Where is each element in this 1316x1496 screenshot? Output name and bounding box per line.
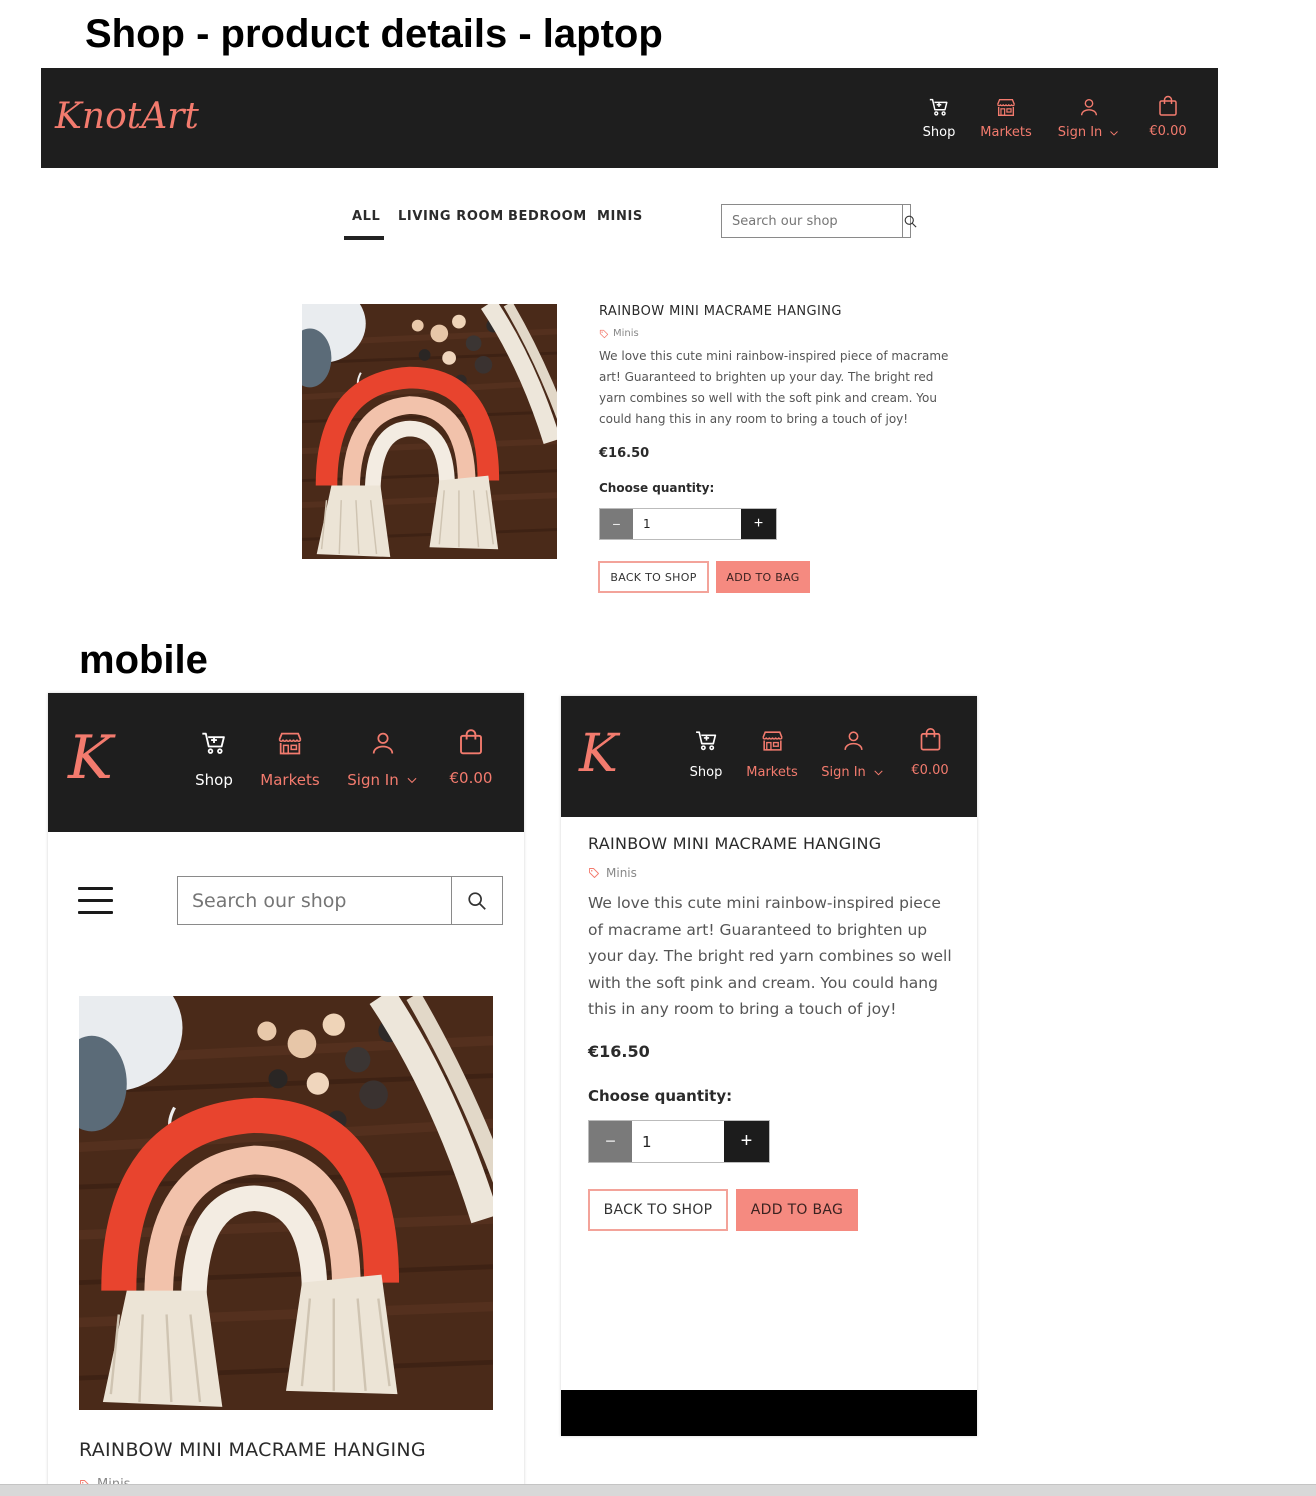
search-input[interactable]: [722, 205, 902, 237]
window-scrollbar-edge: [0, 1484, 1316, 1496]
product-category[interactable]: Minis: [599, 328, 639, 339]
decrement-button[interactable]: −: [600, 509, 633, 539]
search-icon: [903, 214, 918, 229]
mobile-frame-image-view: K Shop Markets Sign In €0.00 RAINBOW MIN…: [48, 693, 524, 1496]
chevron-down-icon: [405, 773, 419, 787]
add-to-bag-button[interactable]: ADD TO BAG: [736, 1189, 858, 1231]
user-icon: [369, 729, 397, 757]
shopping-bag-icon: [456, 727, 486, 757]
search-bar: [721, 204, 911, 238]
tab-minis[interactable]: MINIS: [597, 209, 643, 224]
storefront-icon: [276, 729, 304, 757]
nav-markets-label: Markets: [980, 125, 1032, 140]
search-icon: [466, 890, 488, 912]
nav-signin-label: Sign In: [1057, 125, 1103, 140]
storefront-icon: [995, 96, 1017, 118]
section-heading-mobile: mobile: [79, 638, 208, 682]
product-image: [302, 304, 557, 559]
back-to-shop-button[interactable]: BACK TO SHOP: [598, 561, 709, 593]
section-heading-laptop: Shop - product details - laptop: [85, 12, 663, 56]
nav-signin[interactable]: Sign In: [817, 728, 889, 780]
product-title: RAINBOW MINI MACRAME HANGING: [79, 1439, 426, 1461]
search-button[interactable]: [902, 205, 918, 237]
nav-signin-label: Sign In: [347, 771, 399, 789]
tab-all[interactable]: ALL: [352, 209, 380, 224]
increment-button[interactable]: +: [724, 1121, 769, 1162]
product-title: RAINBOW MINI MACRAME HANGING: [588, 834, 882, 853]
search-bar: [177, 876, 503, 925]
quantity-label: Choose quantity:: [588, 1087, 733, 1105]
nav-shop-label: Shop: [195, 771, 233, 789]
nav-shop[interactable]: Shop: [687, 728, 725, 780]
product-price: €16.50: [588, 1042, 650, 1061]
nav-markets[interactable]: Markets: [744, 728, 800, 780]
quantity-label: Choose quantity:: [599, 481, 715, 495]
nav-signin-label: Sign In: [821, 765, 866, 780]
user-icon: [841, 728, 866, 753]
chevron-down-icon: [1108, 127, 1120, 139]
nav-bag-total: €0.00: [1149, 124, 1187, 139]
category-label: Minis: [606, 866, 637, 880]
add-to-bag-button[interactable]: ADD TO BAG: [716, 561, 810, 593]
logo[interactable]: K: [579, 724, 618, 784]
nav-bag-total: €0.00: [911, 763, 949, 778]
nav-markets[interactable]: Markets: [258, 729, 322, 789]
product-description: We love this cute mini rainbow-inspired …: [599, 349, 949, 426]
menu-icon[interactable]: [78, 887, 113, 923]
category-label: Minis: [613, 328, 639, 339]
nav-shop-label: Shop: [922, 125, 956, 140]
nav-bag[interactable]: €0.00: [905, 726, 955, 778]
tab-living-room[interactable]: LIVING ROOM: [398, 209, 504, 224]
logo[interactable]: KnotArt: [55, 96, 199, 137]
quantity-input[interactable]: 1: [633, 509, 741, 539]
nav-signin[interactable]: Sign In: [343, 729, 423, 789]
navbar: K Shop Markets Sign In €0.00: [48, 693, 524, 832]
navbar: KnotArt Shop Markets Sign In €0.00: [41, 68, 1218, 168]
chevron-down-icon: [872, 766, 885, 779]
active-tab-underline: [344, 236, 384, 240]
user-icon: [1078, 96, 1100, 118]
footer-bar: [561, 1390, 977, 1436]
tab-bedroom[interactable]: BEDROOM: [508, 209, 587, 224]
nav-bag-total: €0.00: [449, 769, 493, 787]
quantity-stepper: − 1 +: [588, 1120, 770, 1163]
nav-markets-label: Markets: [260, 771, 320, 789]
search-button[interactable]: [451, 877, 502, 924]
nav-signin[interactable]: Sign In: [1055, 96, 1123, 140]
shopping-bag-icon: [917, 726, 944, 753]
cart-icon: [200, 729, 228, 757]
storefront-icon: [760, 728, 785, 753]
nav-markets-label: Markets: [746, 765, 798, 780]
nav-bag[interactable]: €0.00: [1143, 94, 1193, 139]
nav-shop-label: Shop: [689, 765, 723, 780]
search-input[interactable]: [178, 877, 451, 924]
nav-markets[interactable]: Markets: [977, 96, 1035, 140]
mobile-frame-details-view: K Shop Markets Sign In €0.00 RAINBOW MIN…: [561, 696, 977, 1436]
back-to-shop-button[interactable]: BACK TO SHOP: [588, 1189, 728, 1231]
shopping-bag-icon: [1156, 94, 1180, 118]
quantity-input[interactable]: 1: [632, 1121, 724, 1162]
product-price: €16.50: [599, 446, 650, 461]
nav-shop[interactable]: Shop: [193, 729, 235, 789]
increment-button[interactable]: +: [741, 509, 776, 539]
tag-icon: [588, 867, 600, 879]
laptop-frame: KnotArt Shop Markets Sign In €0.00 ALL L…: [41, 68, 1218, 624]
logo[interactable]: K: [68, 723, 113, 793]
decrement-button[interactable]: −: [589, 1121, 632, 1162]
product-image: [79, 996, 493, 1410]
product-description: We love this cute mini rainbow-inspired …: [588, 894, 952, 1019]
cart-icon: [928, 96, 950, 118]
navbar: K Shop Markets Sign In €0.00: [561, 696, 977, 817]
nav-shop[interactable]: Shop: [917, 96, 961, 140]
tag-icon: [599, 329, 609, 339]
product-title: RAINBOW MINI MACRAME HANGING: [599, 304, 842, 319]
nav-bag[interactable]: €0.00: [443, 727, 499, 787]
cart-icon: [694, 728, 719, 753]
quantity-stepper: − 1 +: [599, 508, 777, 540]
product-category[interactable]: Minis: [588, 866, 637, 880]
